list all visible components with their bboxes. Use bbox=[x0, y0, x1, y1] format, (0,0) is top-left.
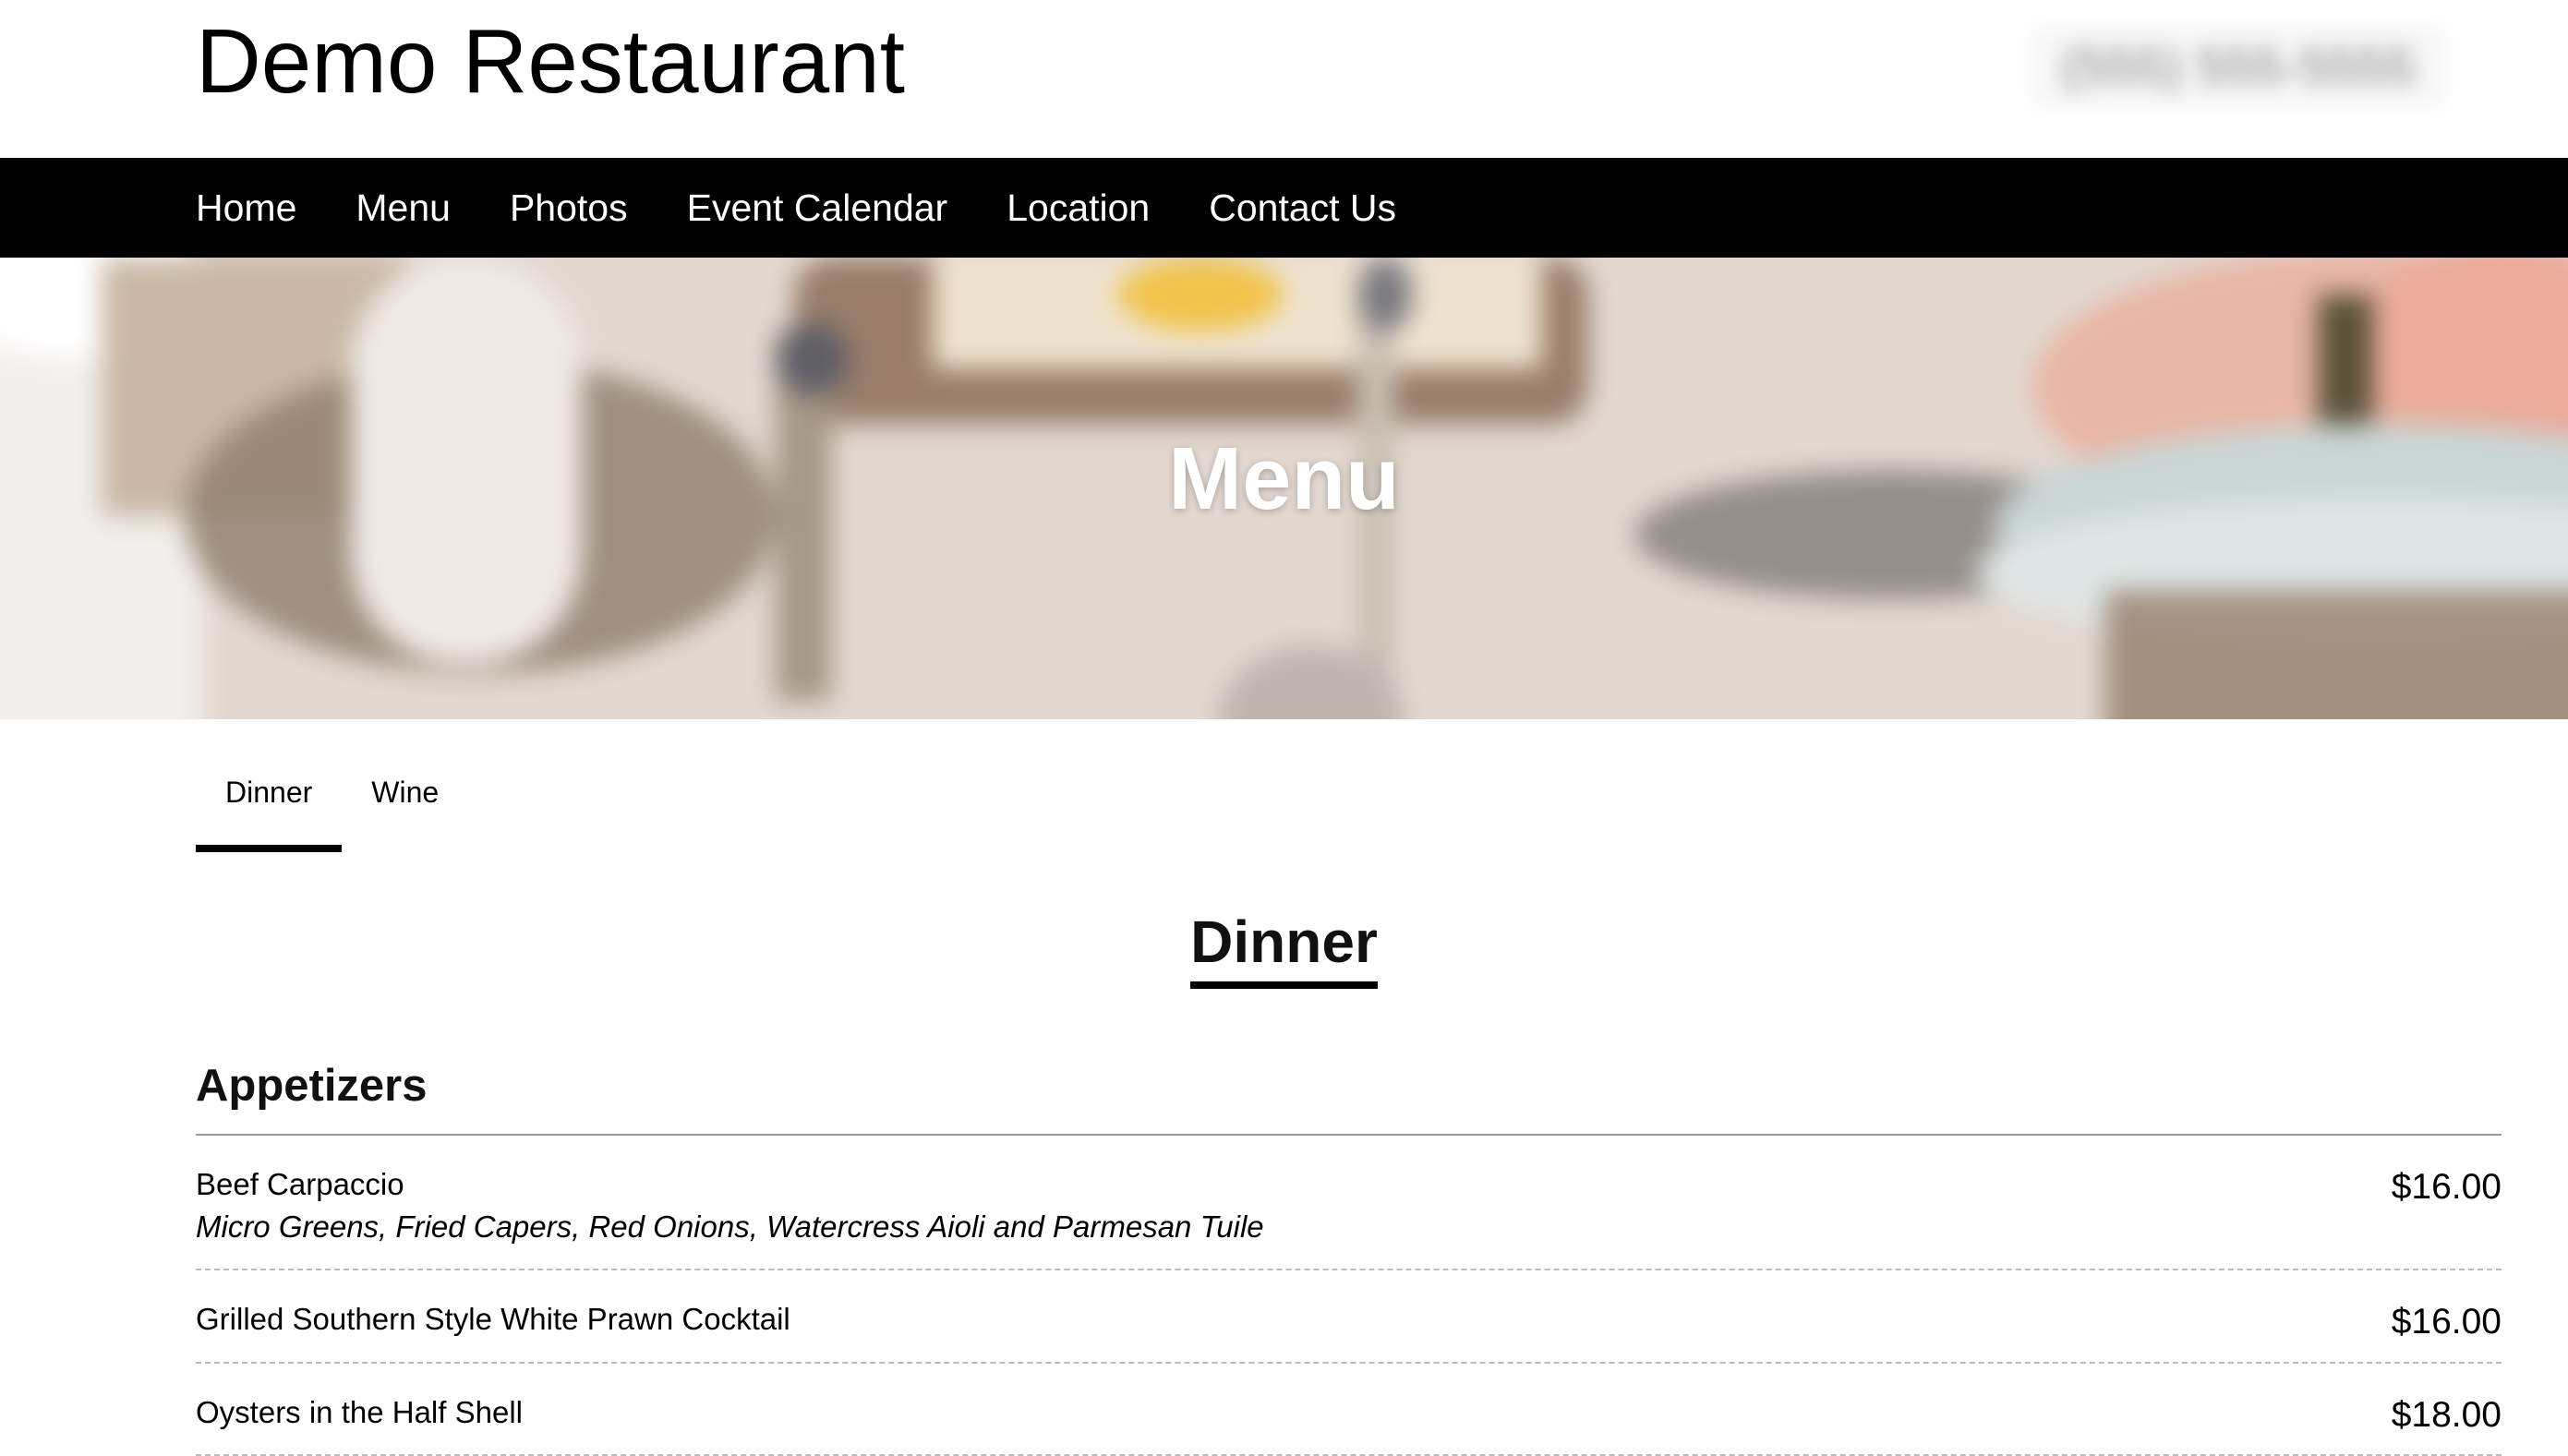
menu-category: Appetizers Beef Carpaccio Micro Greens, … bbox=[196, 1060, 2502, 1456]
section-heading-container: Dinner bbox=[0, 909, 2568, 990]
site-title[interactable]: Demo Restaurant bbox=[196, 7, 905, 116]
tab-dinner[interactable]: Dinner bbox=[196, 757, 343, 852]
nav-link-event-calendar[interactable]: Event Calendar bbox=[687, 187, 948, 230]
nav-link-menu[interactable]: Menu bbox=[356, 187, 451, 230]
main-nav: Home Menu Photos Event Calendar Location… bbox=[0, 158, 2568, 258]
nav-link-photos[interactable]: Photos bbox=[510, 187, 628, 230]
section-title: Dinner bbox=[1190, 909, 1378, 990]
menu-tabs: Dinner Wine bbox=[196, 757, 468, 852]
menu-item-name: Beef Carpaccio bbox=[196, 1167, 404, 1201]
hero-banner: Menu bbox=[0, 258, 2568, 719]
menu-item-description: Micro Greens, Fried Capers, Red Onions, … bbox=[196, 1209, 1264, 1245]
site-header: Demo Restaurant (555) 555-5555 bbox=[0, 0, 2568, 158]
menu-item: Grilled Southern Style White Prawn Cockt… bbox=[196, 1270, 2502, 1364]
phone-number[interactable]: (555) 555-5555 bbox=[2031, 26, 2445, 107]
menu-item-name: Grilled Southern Style White Prawn Cockt… bbox=[196, 1302, 790, 1337]
category-title: Appetizers bbox=[196, 1060, 2502, 1136]
nav-list: Home Menu Photos Event Calendar Location… bbox=[196, 158, 1455, 258]
menu-item: Oysters in the Half Shell $18.00 bbox=[196, 1364, 2502, 1456]
menu-item-price: $18.00 bbox=[2391, 1394, 2502, 1435]
nav-link-location[interactable]: Location bbox=[1007, 187, 1150, 230]
tab-wine[interactable]: Wine bbox=[342, 757, 468, 852]
menu-item-price: $16.00 bbox=[2391, 1167, 2502, 1207]
menu-item: Beef Carpaccio Micro Greens, Fried Caper… bbox=[196, 1136, 2502, 1271]
nav-link-contact-us[interactable]: Contact Us bbox=[1209, 187, 1396, 230]
nav-link-home[interactable]: Home bbox=[196, 187, 296, 230]
menu-item-price: $16.00 bbox=[2391, 1302, 2502, 1342]
hero-title: Menu bbox=[1168, 429, 1400, 528]
menu-item-name: Oysters in the Half Shell bbox=[196, 1394, 523, 1429]
